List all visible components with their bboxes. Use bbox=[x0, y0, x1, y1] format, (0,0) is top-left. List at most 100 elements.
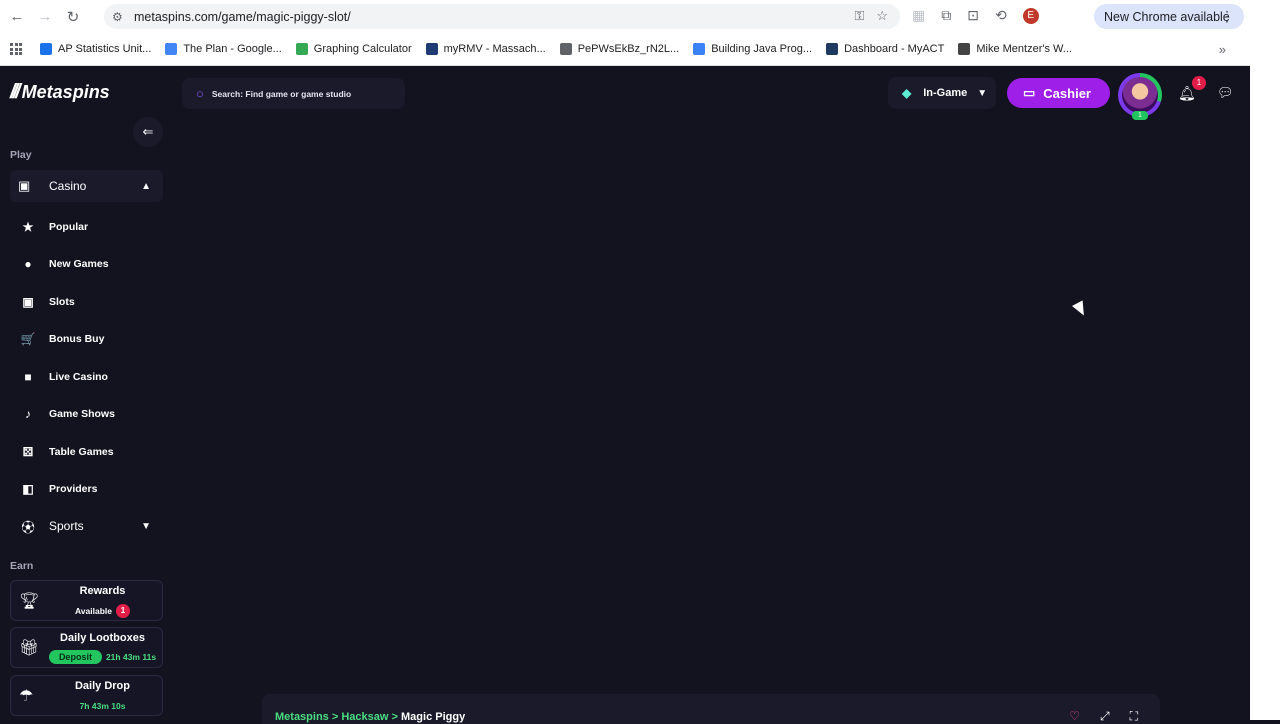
bookmark-item[interactable]: Dashboard - MyACT bbox=[826, 43, 944, 55]
breadcrumb: Metaspins > Hacksaw > Magic Piggy bbox=[275, 711, 465, 723]
profile-avatar[interactable]: E bbox=[1022, 7, 1039, 24]
bookmark-favicon-icon bbox=[165, 43, 178, 55]
lootboxes-title: Daily Lootboxes bbox=[60, 632, 145, 644]
chrome-update-button[interactable]: New Chrome available ⋮ bbox=[1094, 4, 1244, 29]
bookmark-favicon-icon bbox=[40, 43, 52, 55]
breadcrumb-separator: > bbox=[331, 711, 339, 723]
more-bookmarks-icon[interactable]: » bbox=[1219, 42, 1226, 57]
bookmark-item[interactable]: PePWsEkBz_rN2L... bbox=[559, 43, 680, 55]
metaspins-app: /// Metaspins ○ Search: Find game or gam… bbox=[0, 66, 1250, 724]
update-label: New Chrome available bbox=[1104, 9, 1230, 24]
bookmark-item[interactable]: AP Statistics Unit... bbox=[40, 43, 151, 55]
ingame-label: In-Game bbox=[923, 87, 968, 99]
bookmark-label: Graphing Calculator bbox=[313, 43, 412, 55]
bookmark-favicon-icon bbox=[826, 43, 839, 55]
rewards-card[interactable]: 🏆︎ Rewards Available 1 bbox=[10, 580, 163, 621]
sidebar-item-new-games[interactable]: ● New Games bbox=[10, 249, 163, 279]
gift-icon: 🎁︎ bbox=[19, 640, 40, 657]
earn-section-label: Earn bbox=[10, 560, 34, 572]
sidebar-item-popular[interactable]: ★ Popular bbox=[10, 212, 163, 242]
daily-drop-title: Daily Drop bbox=[74, 680, 130, 692]
play-section-label: Play bbox=[10, 149, 32, 161]
site-info-icon[interactable]: ⚙ bbox=[112, 10, 132, 24]
bookmark-item[interactable]: Mike Mentzer's W... bbox=[958, 43, 1072, 55]
bookmark-label: PePWsEkBz_rN2L... bbox=[577, 43, 680, 55]
sidebar-item-label: Game Shows bbox=[49, 408, 115, 420]
apps-grid-icon[interactable] bbox=[10, 43, 22, 55]
cart-icon: 🛒 bbox=[20, 332, 36, 346]
sidebar-item-slots[interactable]: ▣ Slots bbox=[10, 287, 163, 317]
sidebar-sports-toggle[interactable]: ⚽︎ Sports ▼ bbox=[10, 511, 163, 541]
tab-search-icon[interactable]: ⊡ bbox=[967, 7, 979, 24]
favorite-heart-icon[interactable]: ♡ bbox=[1069, 709, 1080, 724]
tag-icon: ◧ bbox=[22, 482, 34, 496]
deposit-button[interactable]: Deposit bbox=[48, 650, 102, 664]
theater-mode-icon[interactable]: ⤢ bbox=[1100, 709, 1110, 724]
cashier-button[interactable]: ▭ Cashier bbox=[1007, 78, 1110, 108]
chevron-down-icon: ▼ bbox=[141, 520, 151, 532]
sidebar-item-label: Providers bbox=[49, 483, 98, 495]
breadcrumb-hacksaw[interactable]: Hacksaw bbox=[341, 711, 388, 723]
breadcrumb-separator: > bbox=[391, 711, 398, 723]
back-icon[interactable]: ← bbox=[6, 6, 28, 28]
casino-label: Casino bbox=[49, 179, 87, 193]
chevron-up-icon: ▲ bbox=[141, 180, 151, 192]
address-bar[interactable]: ⚙ metaspins.com/game/magic-piggy-slot/ ⚿… bbox=[104, 4, 900, 29]
sidebar-item-bonus-buy[interactable]: 🛒 Bonus Buy bbox=[10, 324, 163, 354]
ingame-currency-select[interactable]: ◆ In-Game ▼ bbox=[888, 77, 996, 109]
gem-icon: ◆ bbox=[902, 86, 912, 100]
puzzle-icon[interactable]: ⧉ bbox=[941, 7, 951, 24]
url-text[interactable]: metaspins.com/game/magic-piggy-slot/ bbox=[134, 10, 351, 24]
bookmark-item[interactable]: Graphing Calculator bbox=[295, 43, 412, 55]
avatar-image bbox=[1122, 77, 1158, 113]
daily-lootboxes-card[interactable]: 🎁︎ Daily Lootboxes Deposit 21h 43m 11s bbox=[10, 627, 163, 668]
sidebar-item-live-casino[interactable]: ■ Live Casino bbox=[10, 362, 163, 392]
sidebar-casino-toggle[interactable]: ▣ Casino ▲ bbox=[10, 170, 163, 202]
bookmark-label: The Plan - Google... bbox=[183, 43, 282, 55]
sidebar-item-table-games[interactable]: ⚄ Table Games bbox=[10, 437, 163, 467]
rewards-available: Available bbox=[74, 606, 112, 616]
sidebar-item-label: Popular bbox=[49, 221, 89, 233]
microphone-icon: ♪ bbox=[25, 407, 31, 421]
bookmark-label: Building Java Prog... bbox=[711, 43, 813, 55]
sports-label: Sports bbox=[49, 519, 84, 533]
brand-logo[interactable]: /// Metaspins bbox=[10, 81, 110, 104]
sidebar-item-label: Slots bbox=[49, 296, 75, 308]
user-avatar[interactable]: 1 bbox=[1118, 73, 1162, 120]
mouse-cursor bbox=[1072, 300, 1090, 319]
bookmark-item[interactable]: The Plan - Google... bbox=[165, 43, 282, 55]
collapse-sidebar-button[interactable]: ⇐ bbox=[133, 117, 163, 147]
breadcrumb-current-game: Magic Piggy bbox=[401, 711, 466, 723]
bookmark-item[interactable]: myRMV - Massach... bbox=[425, 43, 546, 55]
brand-name: Metaspins bbox=[21, 82, 110, 102]
search-placeholder: Search: Find game or game studio bbox=[211, 88, 352, 99]
sidebar-item-label: Table Games bbox=[49, 446, 114, 458]
casino-icon: ▣ bbox=[18, 178, 31, 193]
kebab-menu-icon[interactable]: ⋮ bbox=[1220, 8, 1234, 25]
bookmark-star-icon[interactable]: ☆ bbox=[876, 8, 888, 24]
bookmark-label: Mike Mentzer's W... bbox=[976, 43, 1072, 55]
chat-icon[interactable]: 💬︎ bbox=[1217, 85, 1234, 101]
forward-icon[interactable]: → bbox=[34, 6, 56, 28]
sidebar-item-label: Live Casino bbox=[49, 371, 108, 383]
avatar-level-badge: 1 bbox=[1132, 111, 1148, 120]
fullscreen-icon[interactable]: ⛶ bbox=[1130, 709, 1138, 724]
sidebar-item-game-shows[interactable]: ♪ Game Shows bbox=[10, 399, 163, 429]
sidebar-item-providers[interactable]: ◧ Providers bbox=[10, 474, 163, 504]
page-scrollbar[interactable] bbox=[1250, 0, 1280, 720]
bookmark-favicon-icon bbox=[425, 43, 438, 55]
cashier-label: Cashier bbox=[1043, 85, 1091, 101]
reload-icon[interactable]: ↻ bbox=[62, 6, 84, 28]
search-input[interactable]: ○ Search: Find game or game studio bbox=[182, 78, 405, 109]
breadcrumb-metaspins[interactable]: Metaspins bbox=[275, 711, 329, 723]
arrow-left-icon: ⇐ bbox=[142, 124, 154, 139]
daily-drop-card[interactable]: ☂ Daily Drop 7h 43m 10s bbox=[10, 675, 163, 716]
bookmark-item[interactable]: Building Java Prog... bbox=[693, 43, 812, 55]
extension-icon[interactable]: ▦ bbox=[912, 7, 925, 24]
sidebar-item-label: New Games bbox=[49, 258, 109, 270]
sidebar-item-label: Bonus Buy bbox=[49, 333, 105, 345]
notification-badge: 1 bbox=[1192, 76, 1206, 90]
bookmark-favicon-icon bbox=[693, 43, 706, 55]
sync-icon[interactable]: ⟲ bbox=[995, 7, 1007, 24]
password-key-icon[interactable]: ⚿ bbox=[854, 8, 864, 24]
